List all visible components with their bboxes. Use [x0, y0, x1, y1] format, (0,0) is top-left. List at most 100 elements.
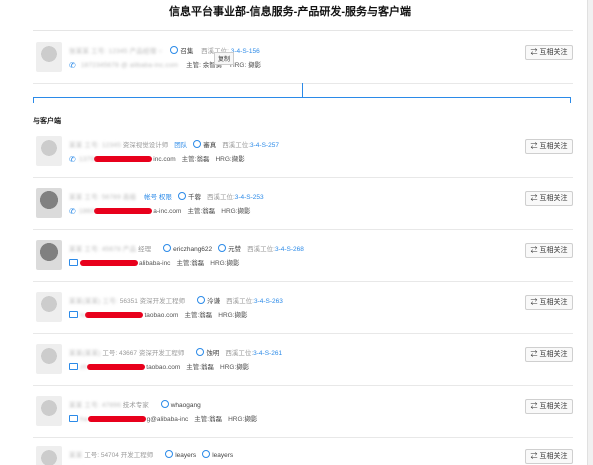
- wangwang-name[interactable]: 元赞: [228, 246, 241, 253]
- avatar[interactable]: [36, 446, 62, 465]
- card-contact-line: ha g@alibaba-inc 主管:翁磊 HRG:撷影: [69, 413, 257, 423]
- follow-button[interactable]: ⇄ 互相关注: [525, 191, 573, 206]
- copy-tooltip[interactable]: 复制: [214, 52, 235, 65]
- hrg-name[interactable]: 撷影: [244, 416, 257, 423]
- job-title: 技术专家: [122, 402, 149, 409]
- contact-tail[interactable]: taobao.com: [144, 312, 178, 319]
- wangwang-name[interactable]: 千蓉: [188, 194, 201, 201]
- hrg-label: HRG:: [210, 260, 227, 267]
- hrg-label: HRG:: [228, 416, 245, 423]
- employee-card: 某某(某某) 工号: 56351 资深开发工程师 泠谦 西溪工位:3-4-S-263…: [33, 282, 573, 334]
- name-blurred: 某某(某某) 工号:: [69, 298, 118, 305]
- job-title: 工号: 54704 开发工程师: [84, 452, 154, 459]
- wangwang-icon[interactable]: [170, 46, 179, 54]
- tree-connector: [33, 97, 571, 98]
- wangwang-icon[interactable]: [193, 140, 202, 148]
- seat-link[interactable]: 3-4-S-257: [250, 142, 279, 149]
- contact-tail[interactable]: alibaba-inc: [139, 260, 170, 267]
- avatar[interactable]: [36, 42, 62, 72]
- seat-link[interactable]: 3-4-S-156: [231, 48, 260, 55]
- name-blurred: 某某 工号: 12345: [69, 142, 121, 149]
- wangwang-name[interactable]: ericzhang622: [173, 246, 212, 253]
- seat-link[interactable]: 3-4-S-261: [253, 350, 282, 357]
- name-blurred: 某某 工号: 47896: [69, 402, 121, 409]
- card-info-line: 某某(某某) 工号: 56351 资深开发工程师 泠谦 西溪工位:3-4-S-263: [69, 295, 283, 305]
- employee-card: 某某 工号: 45678 产品 经理 ericzhang622 元赞 西溪工位:3-4…: [33, 230, 573, 282]
- redaction-mark: [80, 260, 138, 267]
- hrg-name[interactable]: 撷影: [248, 62, 261, 69]
- wangwang-icon[interactable]: [165, 450, 174, 458]
- extra-link[interactable]: 团队: [174, 142, 187, 149]
- contact-tail[interactable]: a-inc.com: [153, 208, 181, 215]
- wangwang-icon[interactable]: [163, 244, 172, 252]
- wangwang-icon[interactable]: [218, 244, 227, 252]
- contact-blurred: 1379: [79, 156, 95, 163]
- seat-link[interactable]: 3-4-S-268: [275, 246, 304, 253]
- avatar[interactable]: [36, 292, 62, 322]
- manager-name[interactable]: 翁磊: [191, 260, 204, 267]
- manager-name[interactable]: 翁磊: [199, 312, 212, 319]
- seat-link[interactable]: 3-4-S-263: [254, 298, 283, 305]
- hrg-name[interactable]: 撷影: [236, 364, 249, 371]
- hrg-label: HRG:: [218, 312, 235, 319]
- contact-tail[interactable]: inc.com: [153, 156, 175, 163]
- wangwang-name[interactable]: leayers: [212, 452, 233, 459]
- wangwang-name[interactable]: 召集: [180, 48, 193, 55]
- avatar[interactable]: [36, 188, 62, 218]
- contact-tail[interactable]: g@alibaba-inc: [147, 416, 189, 423]
- follow-button[interactable]: ⇄ 互相关注: [525, 139, 573, 154]
- redaction-mark: [94, 208, 153, 215]
- scrollbar[interactable]: [587, 0, 593, 465]
- wangwang-icon[interactable]: [197, 296, 206, 304]
- card-contact-line: ✆ 1860 a-inc.com 主管:翁磊 HRG:撷影: [69, 205, 251, 216]
- mail-icon: [69, 259, 78, 266]
- tree-connector: [33, 97, 34, 103]
- phone-icon: ✆: [69, 61, 76, 70]
- contact-blurred: 1860: [79, 208, 95, 215]
- redaction-mark: [94, 156, 153, 163]
- manager-name[interactable]: 翁磊: [201, 364, 214, 371]
- extra-link[interactable]: 帐号 权限: [144, 194, 172, 201]
- follow-button[interactable]: ⇄ 互相关注: [525, 347, 573, 362]
- hrg-name[interactable]: 撷影: [235, 312, 248, 319]
- manager-name[interactable]: 翁磊: [202, 208, 215, 215]
- mail-icon: [69, 311, 78, 318]
- job-title: 经理: [138, 246, 152, 253]
- wangwang-name[interactable]: leayers: [175, 452, 196, 459]
- follow-button[interactable]: ⇄ 互相关注: [525, 45, 573, 60]
- hrg-name[interactable]: 撷影: [232, 156, 245, 163]
- wangwang-icon[interactable]: [160, 400, 169, 408]
- tree-connector: [570, 97, 571, 103]
- follow-button[interactable]: ⇄ 互相关注: [525, 449, 573, 464]
- avatar[interactable]: [36, 136, 62, 166]
- wangwang-name[interactable]: 審真: [203, 142, 216, 149]
- wangwang-name[interactable]: whaogang: [171, 402, 201, 409]
- contact-blurred: zh: [80, 364, 88, 371]
- avatar[interactable]: [36, 396, 62, 426]
- hrg-name[interactable]: 撷影: [238, 208, 251, 215]
- manager-label: 主管:: [186, 364, 202, 371]
- contact-tail[interactable]: taobao.com: [146, 364, 180, 371]
- follow-button[interactable]: ⇄ 互相关注: [525, 295, 573, 310]
- name-blurred: 某某 工号: 45678 产品: [69, 246, 137, 253]
- wangwang-icon[interactable]: [196, 348, 205, 356]
- hrg-name[interactable]: 撷影: [227, 260, 240, 267]
- manager-label: 主管:: [181, 156, 197, 163]
- job-title: 资深视觉设计师: [122, 142, 169, 149]
- manager-name[interactable]: 翁磊: [209, 416, 222, 423]
- hrg-label: HRG:: [215, 156, 232, 163]
- wangwang-icon[interactable]: [177, 192, 186, 200]
- avatar[interactable]: [36, 240, 62, 270]
- follow-button[interactable]: ⇄ 互相关注: [525, 399, 573, 414]
- seat-label: 西溪工位:: [222, 142, 251, 149]
- wangwang-icon[interactable]: [202, 450, 211, 458]
- manager-name[interactable]: 翁磊: [196, 156, 209, 163]
- contact-blurred: 1872345678 @ alibaba-inc.com: [80, 62, 179, 69]
- wangwang-name[interactable]: 蚀明: [206, 350, 219, 357]
- name-blurred: 某某: [69, 452, 83, 459]
- avatar[interactable]: [36, 344, 62, 374]
- redaction-mark: [85, 312, 144, 319]
- wangwang-name[interactable]: 泠谦: [207, 298, 220, 305]
- seat-link[interactable]: 3-4-S-253: [235, 194, 264, 201]
- follow-button[interactable]: ⇄ 互相关注: [525, 243, 573, 258]
